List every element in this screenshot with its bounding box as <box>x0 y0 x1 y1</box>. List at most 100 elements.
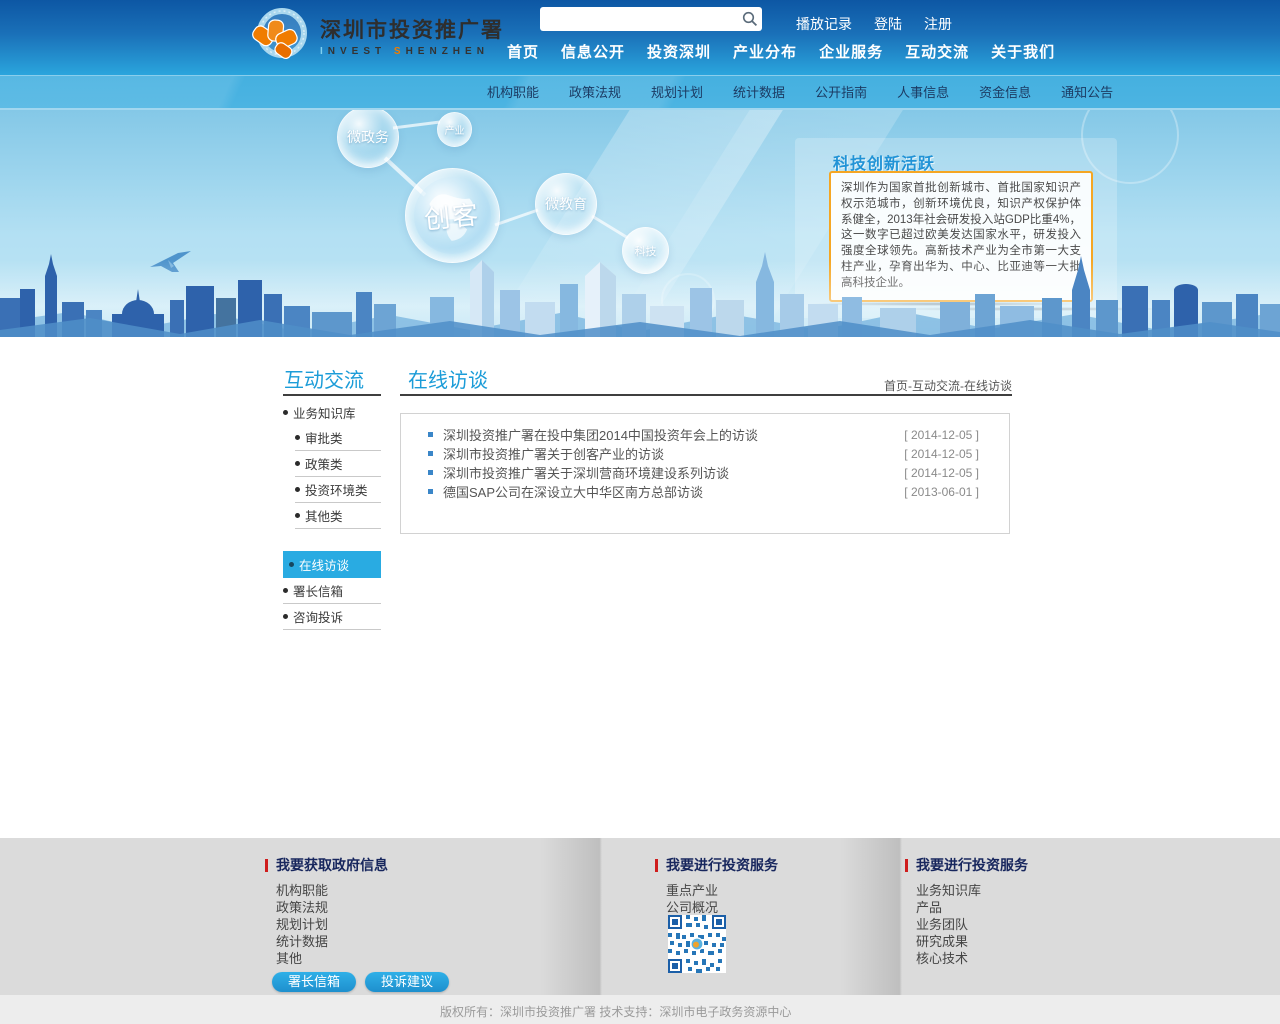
article-link[interactable]: 深圳市投资推广署关于深圳营商环境建设系列访谈 <box>443 463 904 482</box>
footer-link-team[interactable]: 业务团队 <box>905 917 1028 933</box>
footer-col-title-text: 我要进行投资服务 <box>666 855 778 875</box>
sub-nav: 机构职能 政策法规 规划计划 统计数据 公开指南 人事信息 资金信息 通知公告 <box>0 75 1280 110</box>
subtitle-accent-s: S <box>394 46 406 57</box>
article-link[interactable]: 深圳市投资推广署关于创客产业的访谈 <box>443 444 904 463</box>
bullet-icon <box>283 410 288 415</box>
footer-col-title: 我要获取政府信息 <box>265 855 388 875</box>
footer-col-government-info: 我要获取政府信息 机构职能 政策法规 规划计划 统计数据 其他 <box>265 855 388 968</box>
sidebar-item-label: 审批类 <box>305 428 343 447</box>
article-row: 深圳市投资推广署关于深圳营商环境建设系列访谈 2014-12-05 <box>401 463 1009 482</box>
footer-link-research[interactable]: 研究成果 <box>905 934 1028 950</box>
article-link[interactable]: 德国SAP公司在深设立大中华区南方总部访谈 <box>443 482 904 501</box>
sidebar-item-director-mailbox[interactable]: 署长信箱 <box>283 578 381 604</box>
bullet-icon <box>428 451 433 456</box>
footer-shade <box>840 838 902 995</box>
footer-link-agency-functions[interactable]: 机构职能 <box>265 883 388 899</box>
subnav-disclosure-guide[interactable]: 公开指南 <box>800 76 882 109</box>
footer-link-company-profile[interactable]: 公司概况 <box>655 900 778 916</box>
bubble-industry: 产业 <box>437 112 472 147</box>
breadcrumb[interactable]: 首页-互动交流-在线访谈 <box>884 377 1012 394</box>
nav-info-disclosure[interactable]: 信息公开 <box>550 40 636 66</box>
subtitle-invest: NVEST <box>328 46 386 57</box>
subnav-policies-regulations[interactable]: 政策法规 <box>554 76 636 109</box>
nav-about-us[interactable]: 关于我们 <box>980 40 1066 66</box>
copyright-bar: 版权所有：深圳市投资推广署 技术支持：深圳市电子政务资源中心 <box>0 995 1280 1024</box>
footer-link-others[interactable]: 其他 <box>265 951 388 967</box>
subnav-funding-info[interactable]: 资金信息 <box>964 76 1046 109</box>
footer-col-investment-services-2: 我要进行投资服务 业务知识库 产品 业务团队 研究成果 核心技术 <box>905 855 1028 968</box>
article-link[interactable]: 深圳投资推广署在投中集团2014中国投资年会上的访谈 <box>443 425 904 444</box>
subnav-planning[interactable]: 规划计划 <box>636 76 718 109</box>
nav-home[interactable]: 首页 <box>496 40 550 66</box>
sidebar-item-label: 投资环境类 <box>305 480 368 499</box>
footer-link-products[interactable]: 产品 <box>905 900 1028 916</box>
nav-interactive-exchange[interactable]: 互动交流 <box>894 40 980 66</box>
footer-col-title: 我要进行投资服务 <box>655 855 778 875</box>
sidebar-item-others[interactable]: 其他类 <box>295 503 381 529</box>
sidebar-item-label: 在线访谈 <box>299 555 349 574</box>
search-input[interactable] <box>540 9 738 29</box>
subnav-notices[interactable]: 通知公告 <box>1046 76 1128 109</box>
sidebar-item-approval[interactable]: 审批类 <box>295 425 381 451</box>
subnav-statistics[interactable]: 统计数据 <box>718 76 800 109</box>
article-date: 2014-12-05 <box>904 447 979 461</box>
sidebar-item-label: 业务知识库 <box>293 403 356 422</box>
sidebar-item-investment-env[interactable]: 投资环境类 <box>295 477 381 503</box>
link-login[interactable]: 登陆 <box>874 14 902 34</box>
sidebar-item-label: 政策类 <box>305 454 343 473</box>
nav-invest-shenzhen[interactable]: 投资深圳 <box>636 40 722 66</box>
bullet-icon <box>295 435 300 440</box>
link-play-history[interactable]: 播放记录 <box>796 14 852 34</box>
qr-code <box>668 915 726 973</box>
content-area: 互动交流 业务知识库 审批类 政策类 投资环境类 其他类 <box>0 337 1280 838</box>
subnav-agency-functions[interactable]: 机构职能 <box>472 76 554 109</box>
sidebar-group-interaction: 在线访谈 署长信箱 咨询投诉 <box>283 551 381 630</box>
bubble-label: 创客 <box>423 194 483 237</box>
footer-link-key-industries[interactable]: 重点产业 <box>655 883 778 899</box>
hero-banner: 微政务 产业 创客 微教育 科技 科技创新活跃 深圳作为国家首 <box>0 110 1280 337</box>
bullet-icon <box>428 489 433 494</box>
sidebar-item-consult-complaint[interactable]: 咨询投诉 <box>283 604 381 630</box>
bubble-label: 科技 <box>635 243 657 259</box>
subnav-personnel-info[interactable]: 人事信息 <box>882 76 964 109</box>
main-nav: 首页 信息公开 投资深圳 产业分布 企业服务 互动交流 关于我们 <box>496 40 1066 66</box>
site-logo[interactable]: 深圳市投资推广署 INVEST SHENZHEN <box>252 6 504 68</box>
footer-col-title: 我要进行投资服务 <box>905 855 1028 875</box>
bullet-icon <box>283 614 288 619</box>
copyright-text: 版权所有：深圳市投资推广署 技术支持：深圳市电子政务资源中心 <box>440 1003 791 1020</box>
page-title-rule <box>400 394 1012 396</box>
footer-shade <box>540 838 602 995</box>
footer-link-statistics[interactable]: 统计数据 <box>265 934 388 950</box>
nav-enterprise-services[interactable]: 企业服务 <box>808 40 894 66</box>
director-mailbox-button[interactable]: 署长信箱 <box>272 972 356 992</box>
nav-industry-distribution[interactable]: 产业分布 <box>722 40 808 66</box>
bubble-micro-education: 微教育 <box>535 173 597 235</box>
sidebar-title-rule <box>283 394 381 396</box>
utility-links: 播放记录 登陆 注册 <box>796 14 952 34</box>
footer-link-core-tech[interactable]: 核心技术 <box>905 951 1028 967</box>
sidebar-item-policy[interactable]: 政策类 <box>295 451 381 477</box>
article-row: 德国SAP公司在深设立大中华区南方总部访谈 2013-06-01 <box>401 482 1009 501</box>
sidebar-item-online-interview[interactable]: 在线访谈 <box>283 551 381 578</box>
logo-text-block: 深圳市投资推广署 INVEST SHENZHEN <box>320 18 504 57</box>
sidebar-group-knowledge: 业务知识库 审批类 政策类 投资环境类 其他类 <box>283 400 381 529</box>
bullet-icon <box>428 470 433 475</box>
article-list: 深圳投资推广署在投中集团2014中国投资年会上的访谈 2014-12-05 深圳… <box>400 413 1010 534</box>
page: 深圳市投资推广署 INVEST SHENZHEN 播放记录 登陆 注册 首页 信… <box>0 0 1280 1024</box>
title-marker <box>905 859 908 872</box>
page-title: 在线访谈 <box>408 364 488 393</box>
search-button[interactable] <box>738 7 762 31</box>
page-footer: 我要获取政府信息 机构职能 政策法规 规划计划 统计数据 其他 我要进行投资服务… <box>0 838 1280 995</box>
footer-link-policies[interactable]: 政策法规 <box>265 900 388 916</box>
bubble-label: 微教育 <box>545 194 587 214</box>
article-date: 2014-12-05 <box>904 428 979 442</box>
search-icon <box>742 11 758 27</box>
search-box <box>540 7 762 31</box>
footer-link-planning[interactable]: 规划计划 <box>265 917 388 933</box>
complaint-suggestion-button[interactable]: 投诉建议 <box>365 972 449 992</box>
sidebar-item-label: 咨询投诉 <box>293 607 343 626</box>
sidebar-item-knowledge-base[interactable]: 业务知识库 <box>283 400 381 425</box>
link-register[interactable]: 注册 <box>924 14 952 34</box>
bullet-icon <box>289 562 294 567</box>
footer-link-knowledge-base[interactable]: 业务知识库 <box>905 883 1028 899</box>
